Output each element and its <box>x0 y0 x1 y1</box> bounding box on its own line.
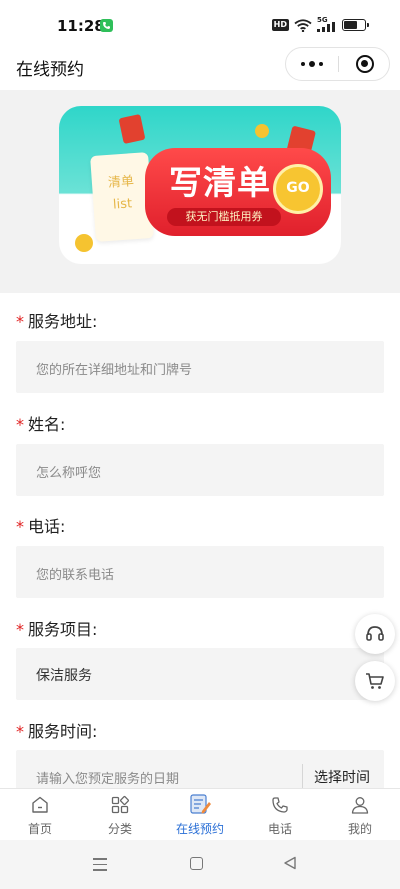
cart-button[interactable] <box>355 661 395 701</box>
phone-label: * 电话: <box>16 517 66 536</box>
banner-title: 写清单 <box>169 163 271 202</box>
select-time-button[interactable]: 选择时间 <box>314 767 370 787</box>
nav-bar: 在线预约 <box>0 47 400 90</box>
tab-home-label: 首页 <box>27 822 52 836</box>
category-icon <box>111 796 129 814</box>
battery-icon <box>342 19 369 31</box>
mini-program-capsule <box>285 47 390 81</box>
time-divider <box>302 764 303 788</box>
recent-apps-button[interactable] <box>93 858 107 875</box>
tab-booking-label: 在线预约 <box>175 822 224 836</box>
user-icon <box>351 797 369 814</box>
required-mark: * <box>16 415 24 434</box>
go-button[interactable]: GO <box>273 164 323 214</box>
tab-booking[interactable]: 在线预约 <box>160 789 240 841</box>
close-mini-program-button[interactable] <box>356 55 374 73</box>
banner-area: 清单 list 写清单 获无门槛抵用券 GO <box>0 90 400 293</box>
time-label: * 服务时间: <box>16 722 98 741</box>
red-envelope-icon <box>118 113 146 145</box>
address-input[interactable]: 您的所在详细地址和门牌号 <box>16 341 384 393</box>
card-line2: list <box>112 196 133 213</box>
status-time: 11:28 <box>57 17 105 35</box>
home-button[interactable] <box>190 857 203 870</box>
phone-icon <box>272 797 288 813</box>
cart-icon <box>366 673 384 689</box>
promo-banner[interactable]: 清单 list 写清单 获无门槛抵用券 GO <box>59 106 341 264</box>
tab-category-label: 分类 <box>107 822 132 836</box>
coin-icon <box>75 234 93 252</box>
service-value: 保洁服务 <box>36 668 92 684</box>
phone-placeholder: 您的联系电话 <box>36 568 115 583</box>
required-mark: * <box>16 312 24 331</box>
service-select[interactable]: 保洁服务 <box>16 648 384 700</box>
go-label: GO <box>286 180 310 196</box>
phone-input[interactable]: 您的联系电话 <box>16 546 384 598</box>
name-placeholder: 怎么称呼您 <box>36 466 102 481</box>
call-icon <box>100 19 113 32</box>
back-button[interactable] <box>283 856 297 870</box>
more-menu-button[interactable] <box>286 48 338 80</box>
page-title: 在线预约 <box>16 60 84 80</box>
signal-icon: 5G <box>317 16 337 32</box>
banner-subtitle: 获无门槛抵用券 <box>167 208 281 226</box>
tab-category[interactable]: 分类 <box>80 789 160 841</box>
coin-icon <box>255 124 269 138</box>
tab-mine[interactable]: 我的 <box>320 789 400 841</box>
time-placeholder: 请输入您预定服务的日期 <box>36 772 180 787</box>
tab-phone-label: 电话 <box>267 822 292 836</box>
tab-bar: 首页 分类 在线预约 电话 我的 <box>0 788 400 840</box>
status-icons: HD 5G <box>271 16 369 32</box>
address-label: * 服务地址: <box>16 312 98 331</box>
wifi-icon <box>294 18 312 32</box>
required-mark: * <box>16 620 24 639</box>
hd-badge: HD <box>271 19 289 31</box>
service-label: * 服务项目: <box>16 620 98 639</box>
headset-icon <box>366 626 384 641</box>
system-nav-bar <box>0 840 400 889</box>
name-input[interactable]: 怎么称呼您 <box>16 444 384 496</box>
tab-mine-label: 我的 <box>347 822 372 836</box>
tab-phone[interactable]: 电话 <box>240 789 320 841</box>
booking-icon <box>190 794 211 814</box>
customer-service-button[interactable] <box>355 614 395 654</box>
card-line1: 清单 <box>107 174 135 191</box>
required-mark: * <box>16 517 24 536</box>
banner-ribbon: 写清单 获无门槛抵用券 GO <box>145 148 331 236</box>
capsule-divider <box>338 56 339 72</box>
name-label: * 姓名: <box>16 415 66 434</box>
status-bar: 11:28 HD 5G <box>0 0 400 48</box>
tab-home[interactable]: 首页 <box>0 789 80 841</box>
home-icon <box>32 796 48 813</box>
required-mark: * <box>16 722 24 741</box>
address-placeholder: 您的所在详细地址和门牌号 <box>36 363 193 378</box>
